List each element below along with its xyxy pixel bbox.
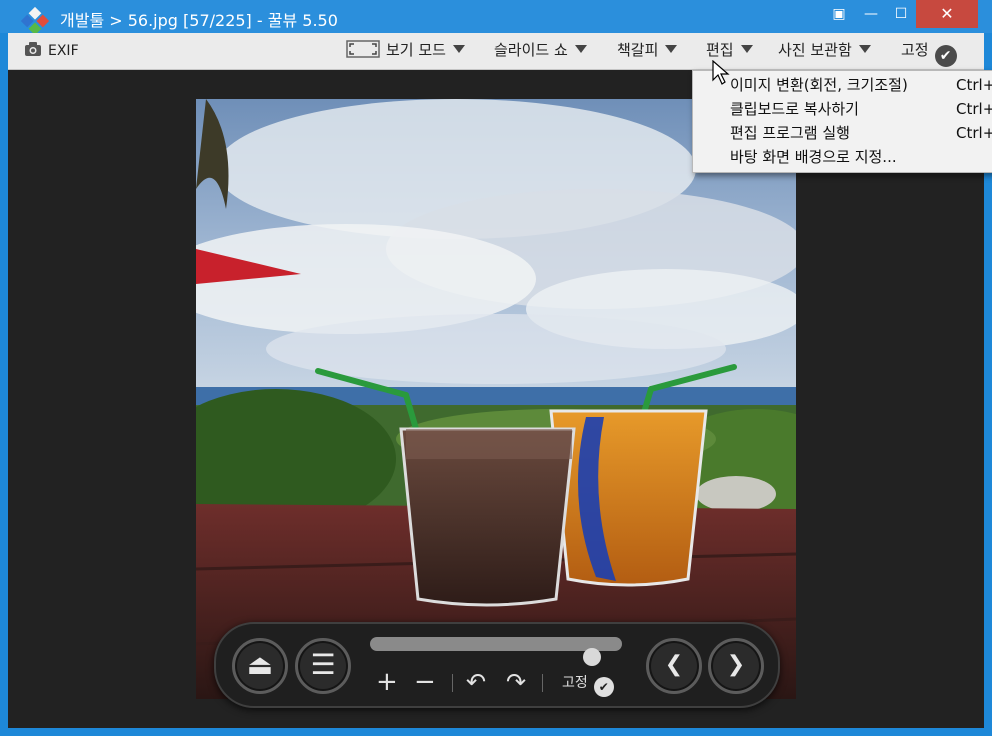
camera-icon: [25, 42, 41, 56]
check-icon: ✔: [593, 677, 614, 697]
chevron-down-icon: [858, 45, 871, 53]
minimize-button[interactable]: —: [858, 0, 884, 28]
lock-label: 고정: [562, 675, 588, 691]
maximize-button[interactable]: ☐: [888, 0, 914, 28]
rotate-left-button[interactable]: ↶: [466, 668, 486, 696]
photo: [196, 99, 796, 699]
divider: [452, 674, 453, 692]
zoom-out-button[interactable]: −: [414, 668, 436, 696]
rotate-right-button[interactable]: ↷: [506, 668, 526, 696]
slideshow-menu[interactable]: 슬라이드 쇼: [494, 33, 587, 69]
previous-button[interactable]: ❮: [646, 638, 702, 694]
chevron-down-icon: [574, 45, 587, 53]
menu-item-run-editor[interactable]: 편집 프로그램 실행 Ctrl+: [693, 121, 992, 145]
exif-button[interactable]: EXIF: [24, 33, 79, 69]
menu-item-copy-clipboard[interactable]: 클립보드로 복사하기 Ctrl+C: [693, 97, 992, 121]
photo-image: [196, 99, 796, 699]
zoom-in-button[interactable]: +: [376, 668, 398, 696]
lock-toggle[interactable]: 고정 ✔: [901, 33, 957, 69]
edit-dropdown-menu: 이미지 변환(회전, 크기조절) Ctrl+ 클립보드로 복사하기 Ctrl+C…: [692, 70, 992, 173]
toolbar: EXIF 보기 모드 슬라이드 쇼 책갈피 편집 사진 보관함 고정 ✔: [8, 33, 984, 70]
lock-label: 고정: [901, 41, 929, 59]
bookmark-menu[interactable]: 책갈피: [617, 33, 678, 69]
slider-thumb[interactable]: [582, 648, 601, 666]
window-title: 개발툴 > 56.jpg [57/225] - 꿀뷰 5.50: [60, 11, 338, 30]
slideshow-label: 슬라이드 쇼: [494, 41, 568, 59]
view-mode-label: 보기 모드: [386, 41, 446, 59]
title-bar: 개발툴 > 56.jpg [57/225] - 꿀뷰 5.50 ▣ — ☐ ✕: [0, 0, 992, 36]
photo-archive-label: 사진 보관함: [778, 41, 852, 59]
chevron-down-icon: [452, 45, 465, 53]
mouse-cursor-icon: [712, 60, 730, 85]
edit-label: 편집: [706, 41, 734, 59]
view-mode-menu[interactable]: 보기 모드: [346, 33, 465, 69]
chevron-down-icon: [740, 45, 753, 53]
chevron-down-icon: [665, 45, 678, 53]
close-button[interactable]: ✕: [916, 0, 978, 28]
restore-button[interactable]: ▣: [826, 0, 852, 28]
eject-button[interactable]: ⏏: [232, 638, 288, 694]
fullscreen-frame-icon: [346, 40, 380, 58]
menu-item-image-transform[interactable]: 이미지 변환(회전, 크기조절) Ctrl+: [693, 73, 992, 97]
divider: [542, 674, 543, 692]
bookmark-label: 책갈피: [617, 41, 659, 59]
menu-button[interactable]: ☰: [295, 638, 351, 694]
menu-item-set-wallpaper[interactable]: 바탕 화면 배경으로 지정...: [693, 145, 992, 169]
photo-archive-menu[interactable]: 사진 보관함: [778, 33, 871, 69]
exif-label: EXIF: [48, 43, 79, 59]
progress-slider[interactable]: [370, 637, 622, 666]
lock-toggle-bottom[interactable]: 고정 ✔: [562, 672, 614, 697]
next-button[interactable]: ❯: [708, 638, 764, 694]
playback-control-bar: ⏏ ☰ + − ↶ ↷ 고정 ✔ ❮ ❯: [214, 622, 780, 708]
check-icon: ✔: [934, 45, 957, 67]
